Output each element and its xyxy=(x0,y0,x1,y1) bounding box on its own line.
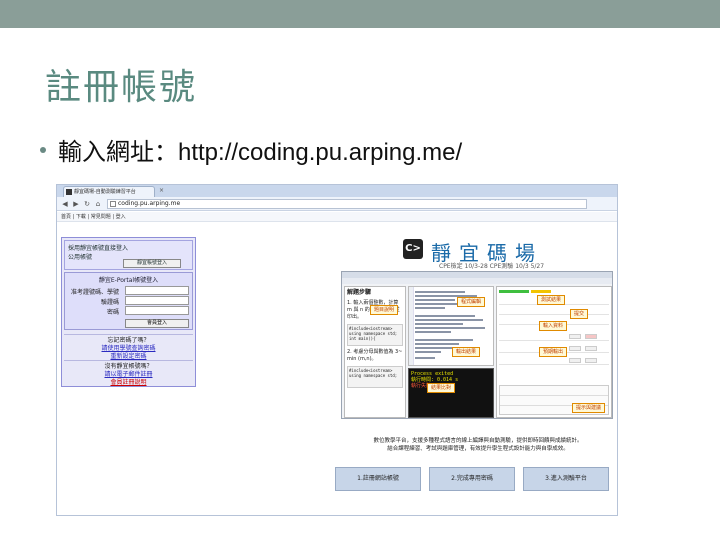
captcha-label: 驗證碼 xyxy=(100,299,119,306)
register-section: 沒有靜宜帳號嗎？ 請以電子郵件註冊 會員註冊說明 xyxy=(64,360,193,386)
code-line xyxy=(415,299,455,301)
result-cell xyxy=(585,346,597,351)
callout-result: 測試結果 xyxy=(537,295,566,305)
problem-title: 解題步驟 xyxy=(347,289,372,296)
bullet-row: 輸入網址：http://coding.pu.arping.me/ xyxy=(40,132,462,167)
site-logo-icon: C> xyxy=(403,239,423,259)
browser-toolbar: ◀ ▶ ↻ ⌂ coding.pu.arping.me xyxy=(57,197,617,211)
callout-problem: 題目說明 xyxy=(370,305,399,315)
code-line xyxy=(415,291,465,293)
portal-login-hint: 採用靜宜帳號直接登入 公用帳號 靜宜帳號登入 xyxy=(64,240,193,270)
callout-expected: 預期輸出 xyxy=(539,347,568,357)
browser-screenshot: 靜宜碼場-自動測驗練習平台 × ◀ ▶ ↻ ⌂ coding.pu.arping… xyxy=(56,184,618,516)
back-icon[interactable]: ◀ xyxy=(61,200,69,208)
callout-compare: 結果比對 xyxy=(427,383,456,393)
code-line xyxy=(415,307,445,309)
result-row xyxy=(499,333,609,341)
bullet-dot-icon xyxy=(40,146,46,153)
editor-gutter xyxy=(409,287,414,365)
address-bar[interactable]: coding.pu.arping.me xyxy=(107,199,587,209)
problem-step2: 2. 考慮分母與數值為 3~ min (m,n)。 xyxy=(347,349,403,362)
captcha-input[interactable] xyxy=(125,296,189,305)
explanation-line2: 結合課程練習、考試與題庫管理，有效提升學生程式設計能力與自學成效。 xyxy=(387,446,569,452)
register-link-2[interactable]: 會員註冊說明 xyxy=(110,379,146,386)
code-line xyxy=(415,339,473,341)
callout-submit: 提交 xyxy=(570,309,589,319)
password-label: 密碼 xyxy=(106,309,119,316)
reload-icon[interactable]: ↻ xyxy=(83,200,91,208)
slide-title: 註冊帳號 xyxy=(45,67,198,108)
step-button-register[interactable]: 1.註冊網站帳號 xyxy=(335,467,421,491)
result-row xyxy=(499,307,609,315)
slide-top-band xyxy=(0,0,720,28)
code-line xyxy=(415,319,483,321)
user-label: 准考證號碼、學號 xyxy=(70,289,119,296)
forgot-link-2[interactable]: 重新設定密碼 xyxy=(110,353,146,360)
result-cell xyxy=(569,334,581,339)
password-input[interactable] xyxy=(125,306,189,315)
explanation-line1: 數位教學平台，支援多種程式語言的線上編譯與自動測驗，提供即時回饋與成績統計。 xyxy=(373,438,583,444)
callout-editor: 程式編輯 xyxy=(457,297,486,307)
code-line xyxy=(415,315,475,317)
site-menu-bar[interactable]: 首頁 | 下載 | 常見問題 | 登入 xyxy=(57,212,617,222)
login-form-title: 靜宜E-Portal帳號登入 xyxy=(98,277,159,284)
site-subtitle: CPE檢定 10/3-28 CPE測驗 10/3 5/27 xyxy=(439,263,545,270)
page-icon xyxy=(110,201,116,207)
code-line xyxy=(415,331,451,333)
favicon-icon xyxy=(66,189,72,195)
result-cell xyxy=(569,358,581,363)
forgot-link-1[interactable]: 請使用學號查詢密碼 xyxy=(101,345,155,352)
step-button-password[interactable]: 2.完成專用密碼 xyxy=(429,467,515,491)
bullet-text: 輸入網址：http://coding.pu.arping.me/ xyxy=(58,139,463,166)
forgot-title: 忘記密碼了嗎？ xyxy=(107,337,150,344)
pass-bar xyxy=(499,290,529,293)
sample-code-1: #include<iostream> using namespace std; … xyxy=(347,324,403,346)
portal-login-button[interactable]: 靜宜帳號登入 xyxy=(123,259,181,268)
app-preview: 解題步驟 1. 輸入兩個整數，計算 m 與 n 的最大公因數並印出。 #incl… xyxy=(341,271,613,419)
console-output: Process exited 執行時間: 0.014 s 執行失敗 xyxy=(408,368,494,418)
tab-close-icon[interactable]: × xyxy=(159,187,164,194)
tab-title: 靜宜碼場-自動測驗練習平台 xyxy=(74,189,136,195)
result-cell xyxy=(585,358,597,363)
browser-tab[interactable]: 靜宜碼場-自動測驗練習平台 xyxy=(63,186,155,197)
login-button[interactable]: 會員登入 xyxy=(125,319,189,328)
hint-line1: 採用靜宜帳號直接登入 xyxy=(68,245,129,252)
step-button-enter[interactable]: 3.進入測驗平台 xyxy=(523,467,609,491)
result-cell xyxy=(569,346,581,351)
code-line xyxy=(415,343,459,345)
browser-tab-strip: 靜宜碼場-自動測驗練習平台 × xyxy=(57,185,617,197)
callout-output: 輸出結果 xyxy=(452,347,481,357)
callout-hint: 提示與建議 xyxy=(572,403,606,413)
username-input[interactable] xyxy=(125,286,189,295)
address-text: coding.pu.arping.me xyxy=(118,200,181,207)
forward-icon[interactable]: ▶ xyxy=(72,200,80,208)
register-title: 沒有靜宜帳號嗎？ xyxy=(104,363,153,370)
code-line xyxy=(415,327,485,329)
explanation-text: 數位教學平台，支援多種程式語言的線上編譯與自動測驗，提供即時回饋與成績統計。 結… xyxy=(347,437,609,457)
result-row xyxy=(499,357,609,365)
register-link-1[interactable]: 請以電子郵件註冊 xyxy=(104,371,152,378)
callout-input: 輸入資料 xyxy=(539,321,568,331)
sample-code-2: #include<iostream> using namespace std; xyxy=(347,366,403,388)
app-toolbar xyxy=(342,278,612,284)
code-line xyxy=(415,357,435,359)
home-icon[interactable]: ⌂ xyxy=(94,200,102,208)
warn-bar xyxy=(531,290,551,293)
code-line xyxy=(415,351,441,353)
forgot-section: 忘記密碼了嗎？ 請使用學號查詢密碼 重新設定密碼 xyxy=(64,334,193,360)
login-form: 靜宜E-Portal帳號登入 准考證號碼、學號 驗證碼 密碼 會員登入 xyxy=(64,272,193,330)
table-divider xyxy=(500,395,608,396)
code-line xyxy=(415,323,463,325)
login-panel: 採用靜宜帳號直接登入 公用帳號 靜宜帳號登入 靜宜E-Portal帳號登入 准考… xyxy=(61,237,196,387)
result-cell xyxy=(585,334,597,339)
